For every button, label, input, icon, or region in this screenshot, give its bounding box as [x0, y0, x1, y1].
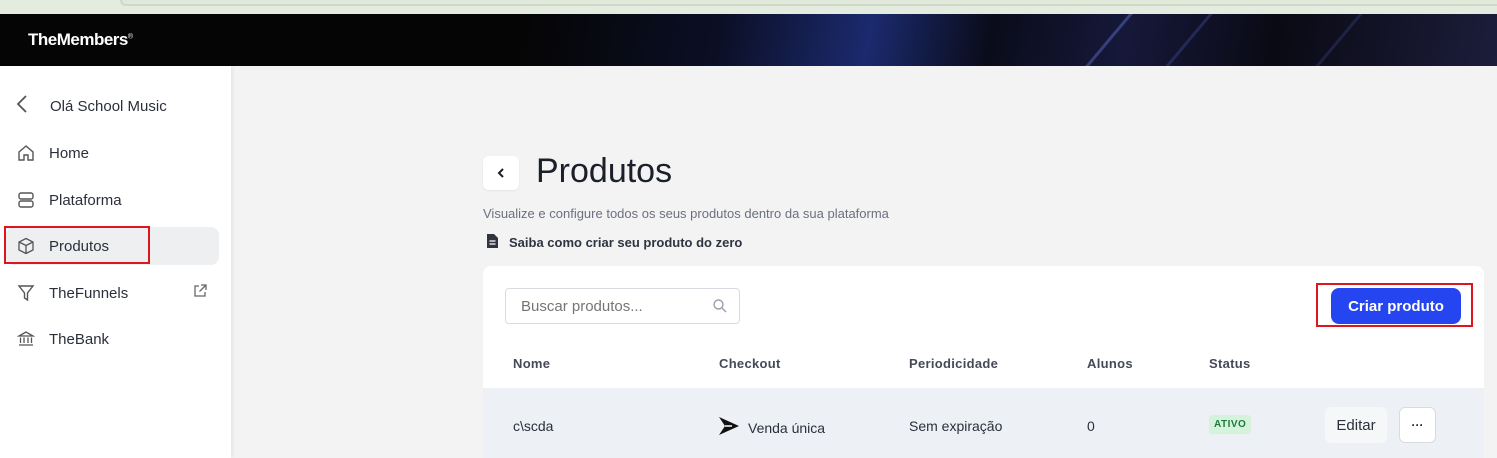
page-subtitle: Visualize e configure todos os seus prod…: [483, 206, 889, 221]
page-title: Produtos: [536, 152, 673, 190]
logo[interactable]: TheMembers®: [28, 30, 133, 50]
column-header-alunos: Alunos: [1087, 356, 1133, 371]
product-periodicidade: Sem expiração: [909, 418, 1003, 434]
product-name: c\scda: [513, 418, 554, 434]
highlight-box-create-product: [1316, 283, 1473, 327]
highlight-box-produtos: [4, 226, 150, 264]
sidebar-item-thefunnels[interactable]: TheFunnels: [6, 274, 219, 312]
product-checkout: Venda única: [718, 416, 825, 439]
status-badge: ATIVO: [1209, 415, 1252, 434]
external-link-icon: [193, 284, 207, 302]
send-icon: [718, 416, 740, 439]
help-link-label: Saiba como criar seu produto do zero: [509, 235, 743, 250]
sidebar-item-plataforma[interactable]: Plataforma: [6, 181, 219, 219]
chevron-left-icon: [16, 94, 28, 118]
back-button[interactable]: [483, 156, 519, 190]
more-options-button[interactable]: ···: [1399, 407, 1436, 443]
column-header-status: Status: [1209, 356, 1251, 371]
edit-button[interactable]: Editar: [1325, 407, 1387, 443]
funnel-icon: [16, 283, 36, 303]
sidebar-item-label: Plataforma: [49, 191, 122, 209]
checkout-label: Venda única: [748, 419, 826, 436]
column-header-periodicidade: Periodicidade: [909, 356, 999, 371]
platform-icon: [16, 190, 36, 210]
school-name: Olá School Music: [50, 97, 167, 115]
browser-top-strip: [0, 0, 1497, 14]
sidebar-item-home[interactable]: Home: [6, 134, 219, 172]
chevron-left-icon: [497, 168, 504, 178]
sidebar-item-label: TheFunnels: [49, 284, 129, 302]
search-input[interactable]: [505, 288, 740, 324]
document-icon: [486, 233, 499, 252]
product-alunos: 0: [1087, 418, 1095, 434]
home-icon: [16, 143, 36, 163]
sidebar-back-school[interactable]: Olá School Music: [16, 94, 167, 118]
top-header: TheMembers®: [0, 14, 1497, 66]
search-icon: [712, 298, 728, 319]
bank-icon: [16, 329, 36, 349]
sidebar-item-thebank[interactable]: TheBank: [6, 320, 219, 358]
column-header-checkout: Checkout: [719, 356, 781, 371]
table-row[interactable]: c\scda Venda única Sem expiração 0 ATIVO…: [483, 388, 1484, 458]
help-link[interactable]: Saiba como criar seu produto do zero: [486, 233, 742, 252]
sidebar-item-label: Home: [49, 144, 90, 162]
column-header-nome: Nome: [513, 356, 551, 371]
sidebar-item-label: TheBank: [49, 330, 110, 348]
